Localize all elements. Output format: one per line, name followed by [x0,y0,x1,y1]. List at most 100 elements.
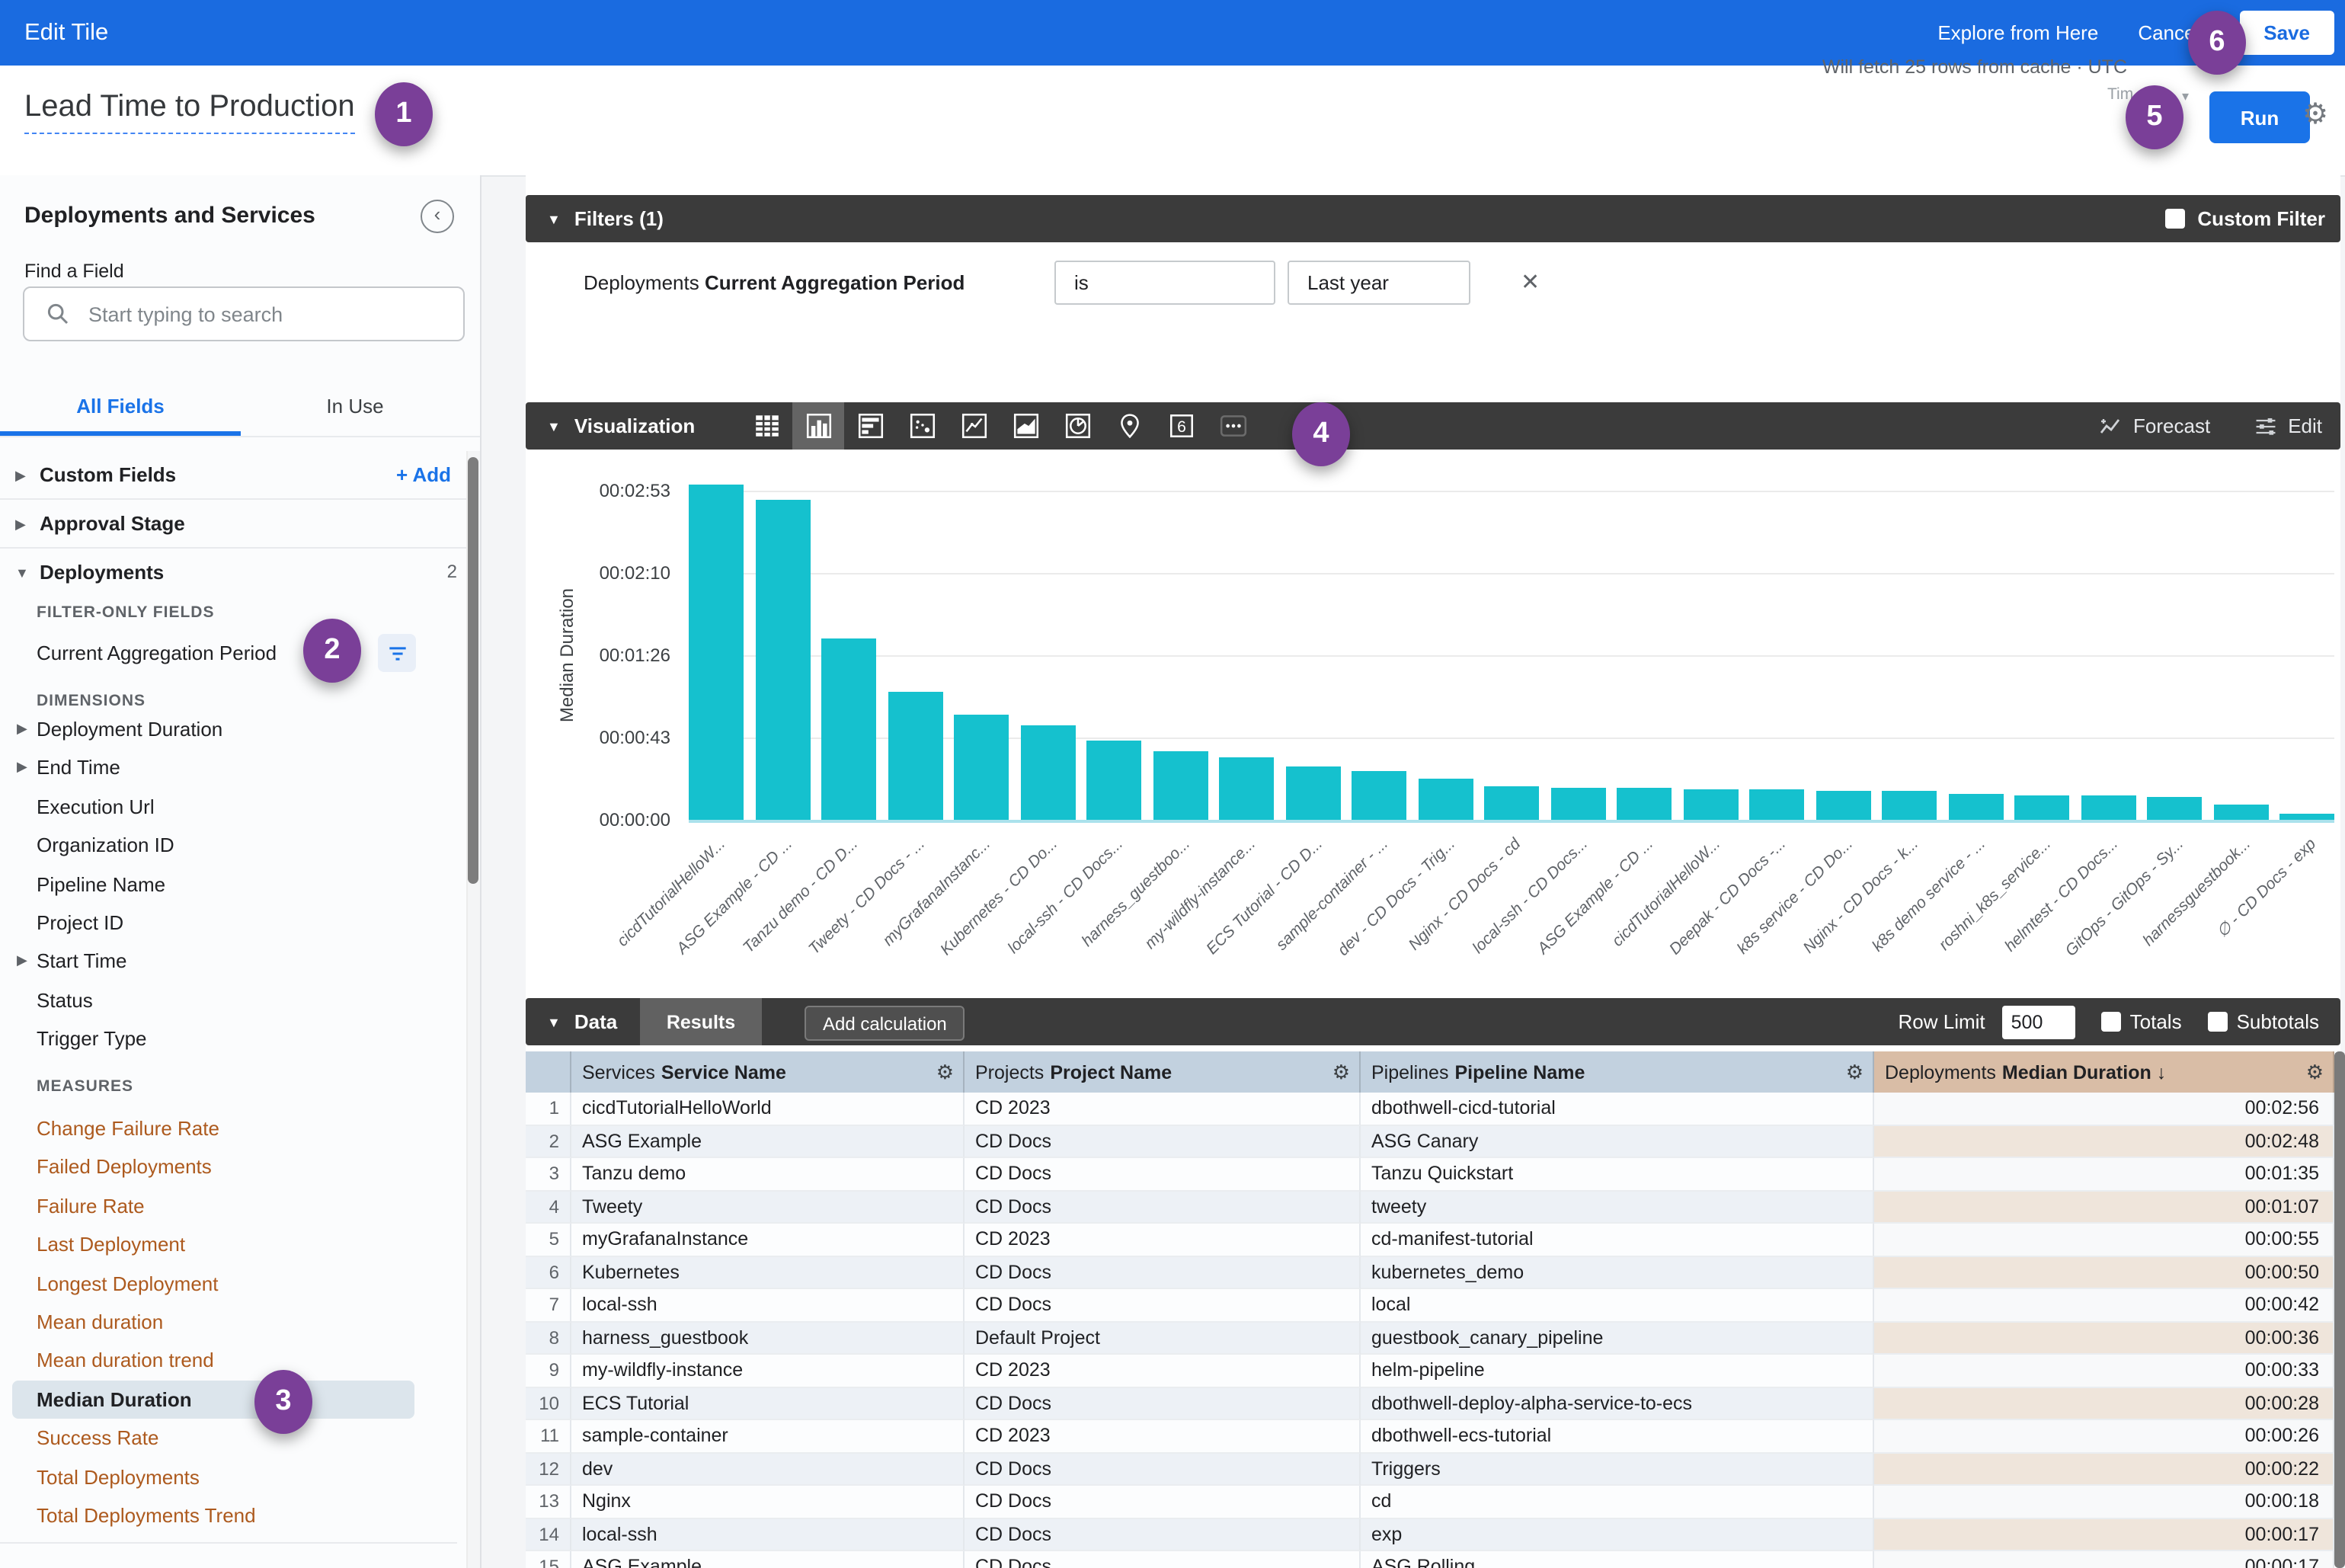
viz-type-single-value-icon[interactable]: 6 [1155,402,1207,450]
explore-from-here-button[interactable]: Explore from Here [1937,21,2098,44]
cell-median-duration[interactable]: 00:00:36 [1874,1322,2334,1355]
cell-service-name[interactable]: local-ssh [571,1289,965,1322]
cell-pipeline-name[interactable]: dbothwell-ecs-tutorial [1361,1420,1874,1453]
viz-type-bar-chart-icon[interactable] [844,402,896,450]
visualization-section-bar[interactable]: ▼ Visualization 6 Forecast [526,402,2340,450]
data-section-bar[interactable]: ▼ Data Results Add calculation Row Limit… [526,998,2340,1045]
bar-16[interactable] [1683,789,1738,820]
cell-project-name[interactable]: CD 2023 [965,1224,1361,1256]
cell-project-name[interactable]: CD Docs [965,1256,1361,1289]
column-header-service-name[interactable]: ServicesService Name⚙ [571,1051,965,1093]
table-row[interactable]: 6KubernetesCD Docskubernetes_demo00:00:5… [526,1256,2334,1289]
cell-pipeline-name[interactable]: cd-manifest-tutorial [1361,1224,1874,1256]
tab-all-fields[interactable]: All Fields [0,395,241,418]
cell-project-name[interactable]: CD Docs [965,1518,1361,1551]
sidebar-item-dimension-execution-url[interactable]: Execution Url [37,788,414,826]
cell-pipeline-name[interactable]: dbothwell-cicd-tutorial [1361,1093,1874,1125]
cell-service-name[interactable]: my-wildfly-instance [571,1355,965,1387]
sidebar-group-approval-stage[interactable]: ▶ Approval Stage [0,506,466,546]
sidebar-item-dimension-end-time[interactable]: ▶End Time [37,749,414,787]
sidebar-item-dimension-trigger-type[interactable]: Trigger Type [37,1019,414,1058]
viz-type-line-chart-icon[interactable] [948,402,1000,450]
cell-median-duration[interactable]: 00:00:33 [1874,1355,2334,1387]
sidebar-group-deployments[interactable]: ▼ Deployments 2 [0,555,466,594]
bar-9[interactable] [1219,757,1274,820]
cell-pipeline-name[interactable]: helm-pipeline [1361,1355,1874,1387]
remove-filter-icon[interactable]: ✕ [1521,268,1540,296]
bar-22[interactable] [2081,795,2135,820]
cell-service-name[interactable]: harness_guestbook [571,1322,965,1355]
cell-service-name[interactable]: ECS Tutorial [571,1387,965,1420]
cell-project-name[interactable]: CD 2023 [965,1420,1361,1453]
bar-4[interactable] [888,692,942,820]
edit-visualization-button[interactable]: Edit [2253,414,2322,438]
sidebar-item-measure-change-failure-rate[interactable]: Change Failure Rate [37,1109,414,1147]
cell-median-duration[interactable]: 00:02:56 [1874,1093,2334,1125]
cell-service-name[interactable]: dev [571,1453,965,1486]
cell-pipeline-name[interactable]: kubernetes_demo [1361,1256,1874,1289]
sidebar-item-dimension-status[interactable]: Status [37,981,414,1019]
cell-median-duration[interactable]: 00:00:22 [1874,1453,2334,1486]
save-button[interactable]: Save [2239,11,2334,55]
sidebar-item-dimension-organization-id[interactable]: Organization ID [37,826,414,864]
tab-results[interactable]: Results [640,998,762,1045]
cell-service-name[interactable]: ASG Example [571,1125,965,1158]
row-limit-input[interactable] [2002,1005,2075,1038]
cell-median-duration[interactable]: 00:01:07 [1874,1191,2334,1224]
cell-pipeline-name[interactable]: tweety [1361,1191,1874,1224]
viz-type-column-chart-icon[interactable] [792,402,844,450]
cell-project-name[interactable]: CD Docs [965,1453,1361,1486]
cell-median-duration[interactable]: 00:00:17 [1874,1551,2334,1568]
cell-median-duration[interactable]: 00:00:26 [1874,1420,2334,1453]
cell-service-name[interactable]: Tweety [571,1191,965,1224]
sidebar-item-dimension-deployment-duration[interactable]: ▶Deployment Duration [37,710,414,748]
bar-24[interactable] [2213,805,2268,820]
custom-filter-checkbox[interactable] [2165,209,2185,229]
bar-7[interactable] [1086,741,1141,820]
cell-service-name[interactable]: Tanzu demo [571,1158,965,1191]
column-header-pipeline-name[interactable]: PipelinesPipeline Name⚙ [1361,1051,1874,1093]
cell-project-name[interactable]: CD Docs [965,1551,1361,1568]
cell-pipeline-name[interactable]: local [1361,1289,1874,1322]
cell-service-name[interactable]: local-ssh [571,1518,965,1551]
expand-caret-icon[interactable]: ▶ [17,749,27,787]
viz-type-scatter-icon[interactable] [896,402,948,450]
bar-10[interactable] [1285,766,1340,820]
sidebar-item-measure-median-duration[interactable]: Median Duration [12,1381,414,1419]
cell-service-name[interactable]: Kubernetes [571,1256,965,1289]
table-row[interactable]: 4TweetyCD Docstweety00:01:07 [526,1191,2334,1224]
sidebar-item-measure-failed-deployments[interactable]: Failed Deployments [37,1148,414,1186]
cell-service-name[interactable]: sample-container [571,1420,965,1453]
cell-pipeline-name[interactable]: Triggers [1361,1453,1874,1486]
table-row[interactable]: 1cicdTutorialHelloWorldCD 2023dbothwell-… [526,1093,2334,1125]
table-row[interactable]: 8harness_guestbookDefault Projectguestbo… [526,1322,2334,1355]
collapse-visualization-caret-icon[interactable]: ▼ [547,418,561,434]
sidebar-group-custom-fields[interactable]: ▶ Custom Fields + Add [0,457,466,497]
bar-8[interactable] [1153,751,1208,820]
cell-median-duration[interactable]: 00:00:55 [1874,1224,2334,1256]
cell-median-duration[interactable]: 00:02:48 [1874,1125,2334,1158]
bar-18[interactable] [1816,791,1870,820]
column-gear-icon[interactable]: ⚙ [1846,1060,1864,1084]
table-row[interactable]: 13NginxCD Docscd00:00:18 [526,1486,2334,1518]
add-custom-field-button[interactable]: + Add [396,463,451,486]
cell-project-name[interactable]: CD 2023 [965,1355,1361,1387]
cell-pipeline-name[interactable]: ASG Canary [1361,1125,1874,1158]
column-gear-icon[interactable]: ⚙ [2306,1060,2324,1084]
collapse-filters-caret-icon[interactable]: ▼ [547,211,561,226]
forecast-button[interactable]: Forecast [2098,414,2210,438]
cell-pipeline-name[interactable]: exp [1361,1518,1874,1551]
cell-project-name[interactable]: CD Docs [965,1289,1361,1322]
cell-median-duration[interactable]: 00:00:18 [1874,1486,2334,1518]
filter-by-field-button[interactable] [378,634,416,672]
sidebar-item-measure-mean-duration-trend[interactable]: Mean duration trend [37,1342,414,1380]
sidebar-scrollbar-thumb[interactable] [467,457,478,884]
table-row[interactable]: 2ASG ExampleCD DocsASG Canary00:02:48 [526,1125,2334,1158]
cell-project-name[interactable]: CD 2023 [965,1093,1361,1125]
add-calculation-button[interactable]: Add calculation [805,1006,965,1041]
bar-25[interactable] [2279,814,2334,820]
table-row[interactable]: 3Tanzu demoCD DocsTanzu Quickstart00:01:… [526,1158,2334,1191]
query-settings-gear-icon[interactable]: ⚙ [2302,98,2328,133]
cell-service-name[interactable]: myGrafanaInstance [571,1224,965,1256]
bar-23[interactable] [2147,797,2202,820]
